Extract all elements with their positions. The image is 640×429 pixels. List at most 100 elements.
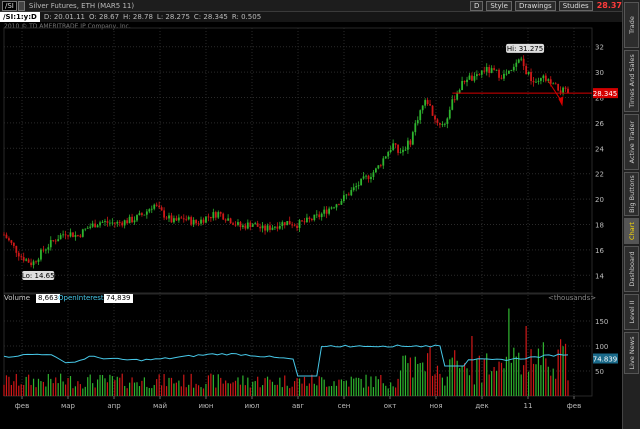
price-tick-label: 26 — [595, 120, 604, 128]
candle-body — [261, 225, 264, 229]
candle-body — [40, 249, 42, 260]
candle-body — [254, 223, 257, 225]
candle-body — [306, 217, 308, 223]
candle-body — [498, 69, 500, 78]
time-tick-label: ноя — [429, 402, 442, 410]
candle-body — [121, 222, 124, 226]
price-tick-label: 16 — [595, 247, 604, 255]
candle-body — [530, 72, 532, 82]
candle-body — [160, 207, 163, 211]
candle-body — [310, 218, 313, 221]
candle-body — [266, 225, 269, 231]
candle-body — [229, 218, 232, 224]
candle-body — [544, 75, 547, 81]
candle-body — [360, 178, 363, 186]
time-tick-label: фев — [15, 402, 29, 410]
candle-body — [259, 226, 262, 229]
volume-label: Volume — [4, 294, 31, 302]
price-tick-label: 22 — [595, 171, 604, 179]
candle-body — [298, 220, 301, 229]
volume-bars — [3, 308, 569, 396]
candle-body — [20, 256, 23, 258]
time-tick-label: окт — [384, 402, 397, 410]
candle-body — [99, 222, 101, 226]
candle-body — [190, 217, 193, 225]
time-tick-label: 11 — [524, 402, 533, 410]
volume-value: 8,663 — [36, 294, 61, 303]
candle-body — [517, 59, 520, 63]
candle-body — [451, 99, 454, 110]
candle-body — [323, 209, 326, 214]
candle-body — [155, 204, 158, 206]
candle-body — [485, 66, 488, 72]
candle-body — [414, 123, 417, 133]
candle-body — [426, 100, 429, 105]
candle-body — [101, 221, 104, 223]
time-tick-label: мар — [61, 402, 76, 410]
candle-body — [488, 66, 491, 73]
candle-body — [94, 223, 97, 228]
candle-body — [104, 221, 106, 222]
candle-body — [27, 259, 30, 263]
candle-body — [429, 104, 431, 106]
candle-body — [503, 73, 505, 79]
candle-body — [562, 87, 564, 93]
price-tick-label: 32 — [595, 44, 604, 52]
candle-body — [200, 219, 202, 224]
tab-chart[interactable]: Chart — [624, 218, 639, 244]
candle-body — [473, 76, 476, 81]
candle-body — [209, 216, 212, 219]
tab-level-ii[interactable]: Level II — [624, 294, 639, 330]
candle-body — [25, 259, 28, 261]
candle-body — [207, 216, 210, 218]
candle-body — [552, 83, 555, 85]
candle-body — [527, 72, 530, 75]
candle-body — [222, 213, 225, 220]
candle-body — [52, 240, 55, 241]
candle-body — [463, 81, 466, 83]
candle-body — [370, 176, 372, 180]
candle-body — [296, 225, 298, 229]
candle-body — [495, 69, 498, 71]
price-tick-label: 14 — [595, 272, 604, 280]
candle-body — [79, 235, 82, 237]
candle-body — [362, 176, 365, 179]
candle-body — [59, 235, 62, 240]
candle-body — [480, 70, 483, 75]
candle-body — [237, 222, 239, 225]
volume-tick-label: 50 — [595, 368, 604, 376]
tab-active-trader[interactable]: Active Trader — [624, 114, 639, 170]
price-candles — [3, 55, 569, 269]
candle-body — [74, 235, 77, 237]
time-tick-label: июн — [198, 402, 213, 410]
price-chart[interactable]: 3230282624222018161415010050 Hi: 31.275L… — [0, 0, 622, 429]
candle-body — [47, 247, 50, 250]
candle-body — [32, 261, 35, 266]
candle-body — [276, 226, 279, 229]
candle-body — [246, 222, 249, 229]
candle-body — [264, 225, 266, 231]
candle-body — [217, 212, 220, 218]
candle-body — [313, 214, 316, 221]
candle-body — [512, 66, 515, 71]
candle-body — [434, 115, 436, 120]
volume-tick-label: 150 — [595, 318, 608, 326]
tab-live-news[interactable]: Live News — [624, 332, 639, 374]
price-tick-label: 24 — [595, 145, 604, 153]
candle-body — [84, 228, 87, 230]
candle-body — [559, 90, 562, 93]
candle-body — [153, 204, 156, 209]
candle-body — [505, 73, 508, 75]
time-tick-label: дек — [475, 402, 488, 410]
oi-label: OpenInterest — [58, 294, 104, 302]
tab-big-buttons[interactable]: Big Buttons — [624, 172, 639, 216]
time-tick-label: апр — [107, 402, 121, 410]
tab-trade[interactable]: Trade — [624, 2, 639, 48]
tab-times-and-sales[interactable]: Times And Sales — [624, 50, 639, 112]
candle-body — [165, 217, 168, 219]
tab-dashboard[interactable]: Dashboard — [624, 246, 639, 292]
candle-body — [5, 234, 8, 239]
candle-body — [424, 100, 427, 106]
candle-body — [109, 222, 111, 224]
candle-body — [557, 83, 560, 91]
